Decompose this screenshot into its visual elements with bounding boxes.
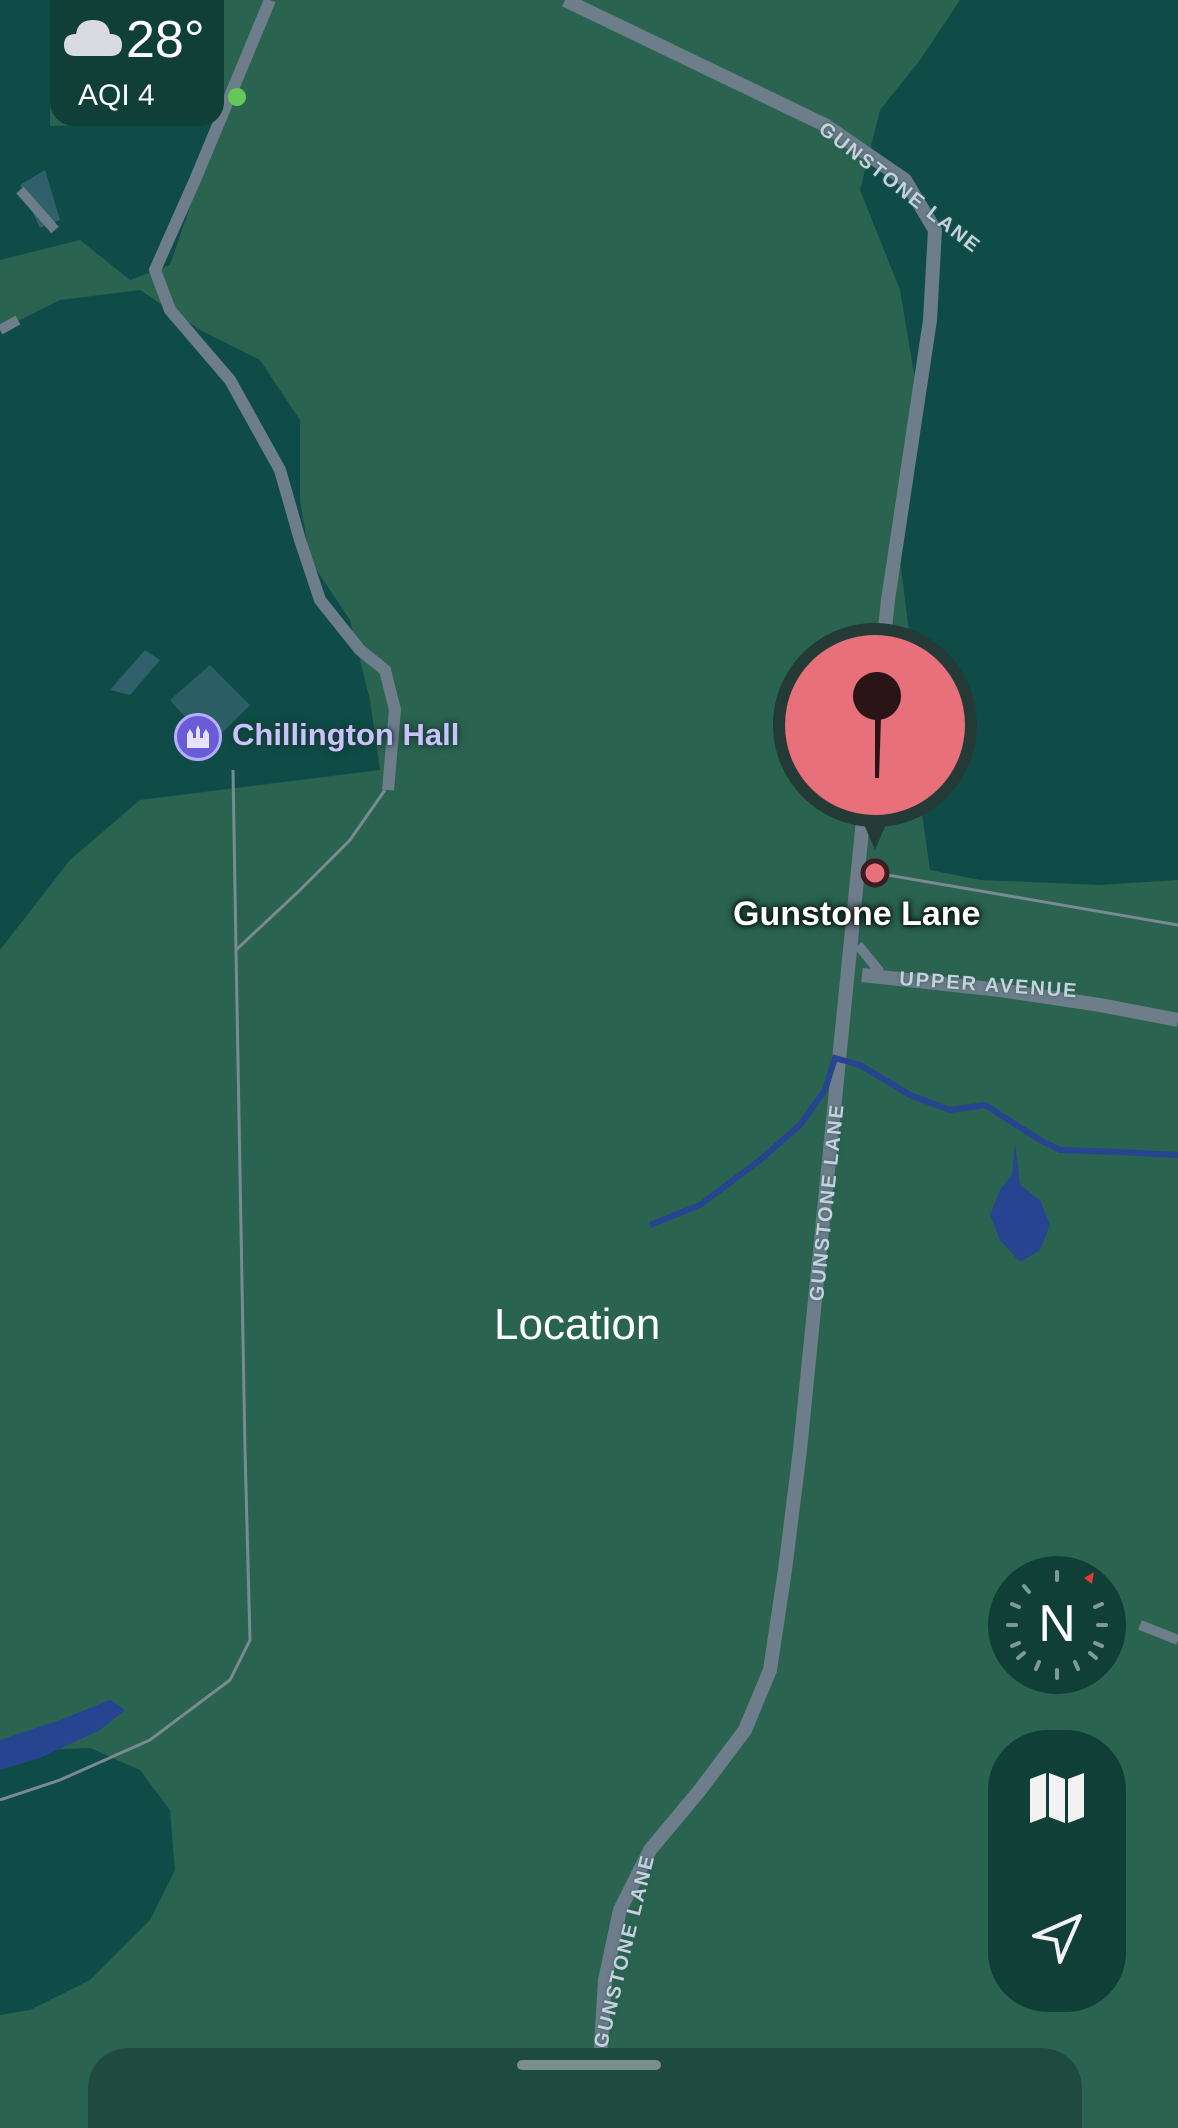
bottom-sheet[interactable] — [88, 2048, 1082, 2128]
aqi-label: AQI 4 — [78, 79, 155, 112]
map-icon — [1028, 1771, 1086, 1830]
weather-widget[interactable]: 28° AQI 4 — [50, 0, 246, 126]
poi-label[interactable]: Chillington Hall — [232, 717, 459, 753]
sheet-grabber[interactable] — [517, 2060, 661, 2070]
temperature: 28° — [126, 11, 205, 69]
location-label: Location — [494, 1300, 661, 1349]
map-controls — [988, 1730, 1126, 2012]
map-mode-button[interactable] — [988, 1730, 1126, 1871]
cloud-icon — [62, 14, 124, 63]
compass-button[interactable]: N — [988, 1556, 1126, 1694]
pin-label[interactable]: Gunstone Lane — [733, 895, 980, 934]
location-arrow-icon — [1030, 1912, 1084, 1971]
compass-north-label: N — [1038, 1595, 1076, 1653]
pin-anchor-dot — [860, 858, 890, 888]
locate-button[interactable] — [988, 1871, 1126, 2012]
aqi-status-dot — [228, 88, 246, 106]
castle-icon[interactable] — [174, 713, 222, 761]
